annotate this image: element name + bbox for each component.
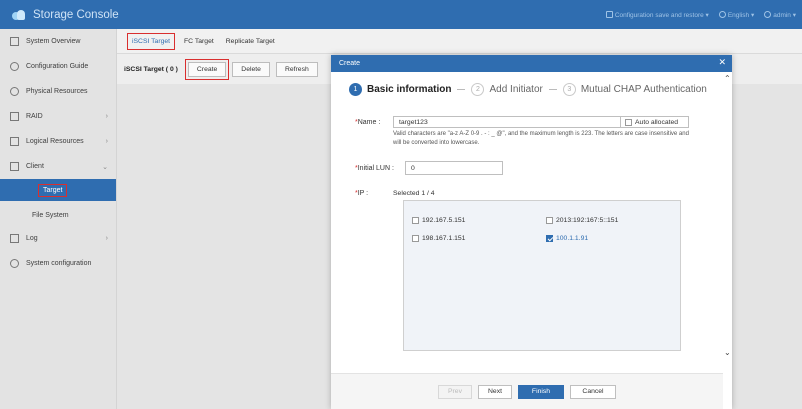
sidebar-item-physical-resources[interactable]: Physical Resources bbox=[0, 79, 116, 104]
step-1-indicator: 1 bbox=[349, 83, 362, 96]
guide-icon bbox=[10, 62, 19, 71]
sidebar-item-target[interactable]: Target bbox=[0, 179, 116, 201]
sidebar: System Overview Configuration Guide Phys… bbox=[0, 29, 117, 409]
cloud-logo-icon bbox=[12, 8, 25, 21]
sidebar-item-client[interactable]: Client ⌄ bbox=[0, 154, 116, 179]
refresh-button[interactable]: Refresh bbox=[275, 61, 318, 77]
sidebar-item-system-overview[interactable]: System Overview bbox=[0, 29, 116, 54]
language-menu[interactable]: English ▾ bbox=[718, 10, 754, 19]
target-tabs: iSCSI Target FC Target Replicate Target bbox=[117, 29, 802, 54]
checked-checkbox-icon bbox=[546, 235, 553, 242]
step-1-label: Basic information bbox=[367, 84, 452, 95]
checkbox-icon bbox=[412, 217, 419, 224]
chevron-down-icon: ⌄ bbox=[102, 163, 108, 171]
gear-icon bbox=[10, 259, 19, 268]
delete-button[interactable]: Delete bbox=[232, 61, 270, 77]
cancel-button[interactable]: Cancel bbox=[570, 384, 616, 399]
name-label: *Name : bbox=[355, 119, 381, 126]
step-separator bbox=[548, 89, 557, 90]
dialog-footer: Prev Next Finish Cancel bbox=[331, 373, 723, 409]
chevron-right-icon: › bbox=[105, 138, 108, 145]
log-icon bbox=[10, 234, 19, 243]
ip-option[interactable]: 192.167.5.151 bbox=[412, 217, 465, 224]
scroll-down-icon[interactable]: ⌄ bbox=[724, 348, 731, 357]
step-2-label: Add Initiator bbox=[489, 84, 543, 95]
sidebar-item-configuration-guide[interactable]: Configuration Guide bbox=[0, 54, 116, 79]
initial-lun-field[interactable]: 0 bbox=[405, 161, 503, 175]
auto-allocated-checkbox[interactable]: Auto allocated bbox=[621, 116, 689, 128]
config-save-restore-menu[interactable]: Configuration save and restore ▾ bbox=[605, 10, 709, 19]
create-dialog: Create ✕ 1 Basic information 2 Add Initi… bbox=[331, 55, 732, 409]
checkbox-icon bbox=[546, 217, 553, 224]
tab-fc-target[interactable]: FC Target bbox=[181, 35, 217, 48]
name-hint: Valid characters are "a-z A-Z 0-9 . - : … bbox=[393, 131, 689, 146]
step-3-indicator: 3 bbox=[562, 83, 576, 96]
layers-icon bbox=[10, 137, 19, 146]
app-title: Storage Console bbox=[33, 8, 119, 21]
dialog-header: Create ✕ bbox=[331, 55, 732, 72]
ip-option[interactable]: 2013:192:167:5::151 bbox=[546, 217, 618, 224]
ip-option-selected[interactable]: 100.1.1.91 bbox=[546, 235, 588, 242]
ip-list: 192.167.5.151 2013:192:167:5::151 198.16… bbox=[403, 200, 681, 351]
dialog-scrollbar[interactable]: ⌃ ⌄ bbox=[723, 72, 732, 409]
step-2-indicator: 2 bbox=[471, 83, 485, 96]
user-icon bbox=[764, 10, 772, 18]
grid-icon bbox=[10, 37, 19, 46]
chevron-right-icon: › bbox=[105, 235, 108, 242]
create-button[interactable]: Create bbox=[184, 58, 230, 80]
sidebar-item-logical-resources[interactable]: Logical Resources › bbox=[0, 129, 116, 154]
finish-button[interactable]: Finish bbox=[518, 384, 564, 399]
tab-replicate-target[interactable]: Replicate Target bbox=[223, 35, 278, 48]
name-field[interactable]: target123 bbox=[393, 116, 621, 128]
close-icon[interactable]: ✕ bbox=[718, 57, 726, 68]
raid-icon bbox=[10, 112, 19, 121]
scroll-up-icon[interactable]: ⌃ bbox=[724, 74, 731, 83]
initial-lun-label: *Initial LUN : bbox=[355, 165, 394, 172]
checkbox-icon bbox=[412, 235, 419, 242]
user-menu[interactable]: admin ▾ bbox=[764, 10, 796, 19]
top-bar: Storage Console Configuration save and r… bbox=[0, 0, 802, 29]
checkbox-icon bbox=[625, 118, 632, 126]
next-button[interactable]: Next bbox=[478, 384, 512, 399]
dialog-title: Create bbox=[339, 60, 361, 67]
sidebar-item-system-configuration[interactable]: System configuration bbox=[0, 251, 116, 276]
client-icon bbox=[10, 162, 19, 171]
disk-icon bbox=[10, 87, 19, 96]
chevron-right-icon: › bbox=[105, 113, 108, 120]
ip-option[interactable]: 198.167.1.151 bbox=[412, 235, 465, 242]
target-count: iSCSI Target ( 0 ) bbox=[124, 65, 178, 73]
ip-label: *IP : bbox=[355, 190, 369, 197]
prev-button[interactable]: Prev bbox=[438, 384, 472, 399]
sidebar-item-log[interactable]: Log › bbox=[0, 226, 116, 251]
ip-selected-count: Selected 1 / 4 bbox=[393, 190, 435, 197]
sidebar-item-file-system[interactable]: File System bbox=[26, 204, 116, 226]
save-icon bbox=[605, 10, 613, 18]
wizard-steps: 1 Basic information 2 Add Initiator 3 Mu… bbox=[349, 83, 707, 96]
tab-iscsi-target[interactable]: iSCSI Target bbox=[127, 32, 176, 50]
step-separator bbox=[457, 89, 466, 90]
step-3-label: Mutual CHAP Authentication bbox=[580, 84, 707, 95]
sidebar-item-raid[interactable]: RAID › bbox=[0, 104, 116, 129]
globe-icon bbox=[718, 10, 726, 18]
